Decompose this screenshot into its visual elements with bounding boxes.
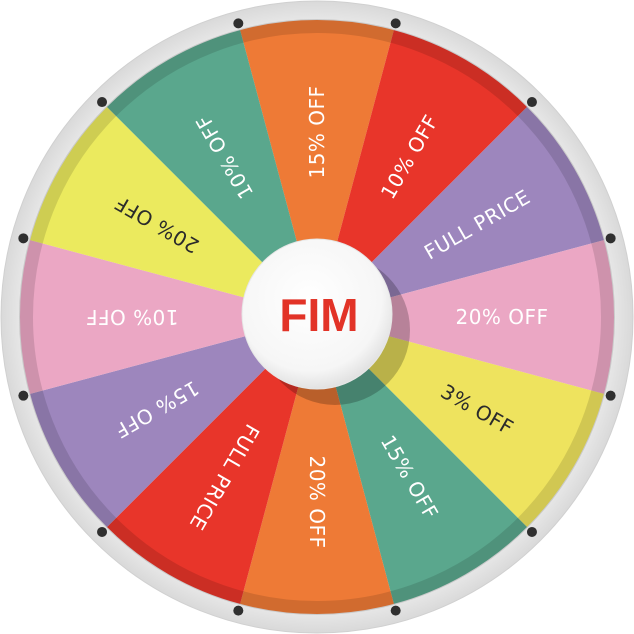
wheel-peg bbox=[605, 233, 616, 244]
wheel-peg bbox=[526, 526, 537, 537]
wheel-peg bbox=[233, 18, 244, 29]
wheel-peg bbox=[390, 18, 401, 29]
prize-wheel[interactable]: 15% OFF 10% OFFFULL PRICE20% OFF3% OFF15%… bbox=[0, 0, 634, 634]
segment-label: 10% OFF bbox=[85, 305, 178, 329]
wheel-peg bbox=[97, 97, 108, 108]
wheel-peg bbox=[390, 605, 401, 616]
hub-label: FIM bbox=[279, 289, 358, 341]
segment-label: 20% OFF bbox=[455, 305, 548, 329]
wheel-peg bbox=[233, 605, 244, 616]
wheel-peg bbox=[18, 390, 29, 401]
segment-label: 20% OFF bbox=[305, 455, 329, 548]
segment-label: 15% OFF bbox=[305, 85, 329, 178]
wheel-peg bbox=[605, 390, 616, 401]
wheel-peg bbox=[526, 97, 537, 108]
wheel-peg bbox=[97, 526, 108, 537]
wheel-peg bbox=[18, 233, 29, 244]
